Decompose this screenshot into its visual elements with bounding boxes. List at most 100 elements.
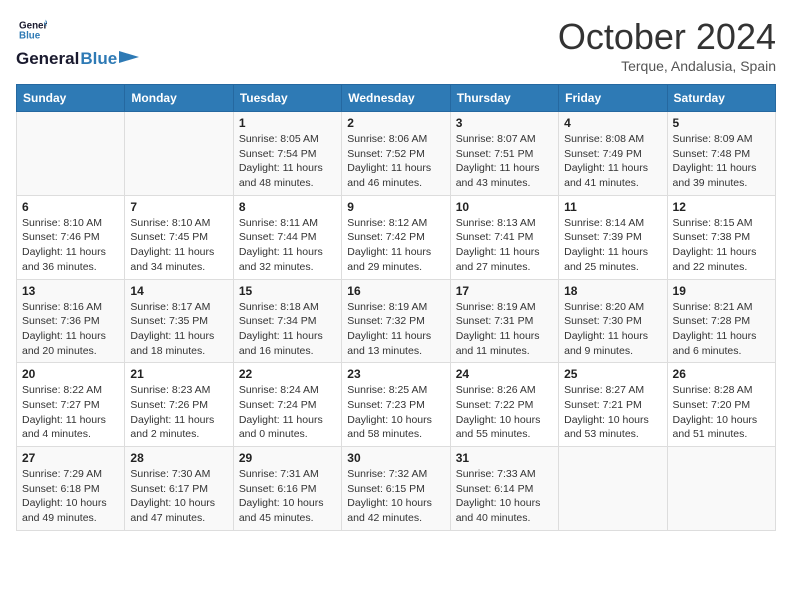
calendar-day-cell: 24 Sunrise: 8:26 AMSunset: 7:22 PMDayligh…	[450, 363, 558, 447]
day-detail: Sunrise: 8:26 AMSunset: 7:22 PMDaylight:…	[456, 383, 553, 442]
calendar-day-cell: 21 Sunrise: 8:23 AMSunset: 7:26 PMDayligh…	[125, 363, 233, 447]
day-detail: Sunrise: 7:30 AMSunset: 6:17 PMDaylight:…	[130, 467, 227, 526]
logo: General Blue General Blue	[16, 16, 139, 69]
day-detail: Sunrise: 8:06 AMSunset: 7:52 PMDaylight:…	[347, 132, 444, 191]
calendar-day-cell	[559, 447, 667, 531]
calendar-week-row: 1 Sunrise: 8:05 AMSunset: 7:54 PMDaylight…	[17, 112, 776, 196]
day-number: 21	[130, 367, 227, 381]
calendar-day-cell: 12 Sunrise: 8:15 AMSunset: 7:38 PMDayligh…	[667, 195, 775, 279]
calendar-day-cell: 23 Sunrise: 8:25 AMSunset: 7:23 PMDayligh…	[342, 363, 450, 447]
calendar-week-row: 27Sunrise: 7:29 AMSunset: 6:18 PMDayligh…	[17, 447, 776, 531]
day-number: 11	[564, 200, 661, 214]
calendar-day-cell: 2 Sunrise: 8:06 AMSunset: 7:52 PMDaylight…	[342, 112, 450, 196]
calendar-week-row: 13 Sunrise: 8:16 AMSunset: 7:36 PMDayligh…	[17, 279, 776, 363]
calendar-day-cell: 5Sunrise: 8:09 AMSunset: 7:48 PMDaylight…	[667, 112, 775, 196]
day-detail: Sunrise: 8:24 AMSunset: 7:24 PMDaylight:…	[239, 383, 336, 442]
day-detail: Sunrise: 8:21 AMSunset: 7:28 PMDaylight:…	[673, 300, 770, 359]
title-block: October 2024 Terque, Andalusia, Spain	[558, 16, 776, 74]
calendar-day-cell: 17 Sunrise: 8:19 AMSunset: 7:31 PMDayligh…	[450, 279, 558, 363]
day-number: 25	[564, 367, 661, 381]
day-detail: Sunrise: 8:10 AMSunset: 7:45 PMDaylight:…	[130, 216, 227, 275]
day-number: 12	[673, 200, 770, 214]
day-number: 29	[239, 451, 336, 465]
day-detail: Sunrise: 7:29 AMSunset: 6:18 PMDaylight:…	[22, 467, 119, 526]
weekday-header: Thursday	[450, 85, 558, 112]
calendar-table: SundayMondayTuesdayWednesdayThursdayFrid…	[16, 84, 776, 531]
calendar-day-cell: 30 Sunrise: 7:32 AMSunset: 6:15 PMDayligh…	[342, 447, 450, 531]
logo-general: General	[16, 49, 79, 69]
calendar-day-cell: 13 Sunrise: 8:16 AMSunset: 7:36 PMDayligh…	[17, 279, 125, 363]
page-header: General Blue General Blue October 2024 T…	[16, 16, 776, 74]
day-number: 1	[239, 116, 336, 130]
day-number: 19	[673, 284, 770, 298]
weekday-header: Saturday	[667, 85, 775, 112]
day-detail: Sunrise: 8:18 AMSunset: 7:34 PMDaylight:…	[239, 300, 336, 359]
day-number: 26	[673, 367, 770, 381]
day-detail: Sunrise: 8:05 AMSunset: 7:54 PMDaylight:…	[239, 132, 336, 191]
calendar-day-cell: 31Sunrise: 7:33 AMSunset: 6:14 PMDayligh…	[450, 447, 558, 531]
weekday-header: Wednesday	[342, 85, 450, 112]
day-detail: Sunrise: 7:31 AMSunset: 6:16 PMDaylight:…	[239, 467, 336, 526]
calendar-day-cell: 19 Sunrise: 8:21 AMSunset: 7:28 PMDayligh…	[667, 279, 775, 363]
day-number: 17	[456, 284, 553, 298]
calendar-day-cell: 16Sunrise: 8:19 AMSunset: 7:32 PMDayligh…	[342, 279, 450, 363]
calendar-day-cell: 18Sunrise: 8:20 AMSunset: 7:30 PMDayligh…	[559, 279, 667, 363]
day-number: 22	[239, 367, 336, 381]
location: Terque, Andalusia, Spain	[558, 58, 776, 74]
day-detail: Sunrise: 8:25 AMSunset: 7:23 PMDaylight:…	[347, 383, 444, 442]
day-number: 24	[456, 367, 553, 381]
day-number: 30	[347, 451, 444, 465]
day-detail: Sunrise: 8:28 AMSunset: 7:20 PMDaylight:…	[673, 383, 770, 442]
calendar-day-cell: 11 Sunrise: 8:14 AMSunset: 7:39 PMDayligh…	[559, 195, 667, 279]
calendar-day-cell	[17, 112, 125, 196]
day-detail: Sunrise: 7:32 AMSunset: 6:15 PMDaylight:…	[347, 467, 444, 526]
calendar-day-cell: 8Sunrise: 8:11 AMSunset: 7:44 PMDaylight…	[233, 195, 341, 279]
logo-blue: Blue	[80, 49, 117, 69]
day-number: 7	[130, 200, 227, 214]
day-detail: Sunrise: 8:09 AMSunset: 7:48 PMDaylight:…	[673, 132, 770, 191]
day-number: 14	[130, 284, 227, 298]
weekday-header-row: SundayMondayTuesdayWednesdayThursdayFrid…	[17, 85, 776, 112]
day-detail: Sunrise: 7:33 AMSunset: 6:14 PMDaylight:…	[456, 467, 553, 526]
calendar-day-cell	[667, 447, 775, 531]
day-number: 9	[347, 200, 444, 214]
day-detail: Sunrise: 8:19 AMSunset: 7:32 PMDaylight:…	[347, 300, 444, 359]
day-number: 28	[130, 451, 227, 465]
day-detail: Sunrise: 8:13 AMSunset: 7:41 PMDaylight:…	[456, 216, 553, 275]
calendar-day-cell: 10Sunrise: 8:13 AMSunset: 7:41 PMDayligh…	[450, 195, 558, 279]
logo-flag-icon	[119, 51, 139, 67]
calendar-day-cell: 1 Sunrise: 8:05 AMSunset: 7:54 PMDaylight…	[233, 112, 341, 196]
day-detail: Sunrise: 8:11 AMSunset: 7:44 PMDaylight:…	[239, 216, 336, 275]
day-detail: Sunrise: 8:08 AMSunset: 7:49 PMDaylight:…	[564, 132, 661, 191]
calendar-day-cell: 3Sunrise: 8:07 AMSunset: 7:51 PMDaylight…	[450, 112, 558, 196]
calendar-day-cell: 26 Sunrise: 8:28 AMSunset: 7:20 PMDayligh…	[667, 363, 775, 447]
weekday-header: Monday	[125, 85, 233, 112]
weekday-header: Sunday	[17, 85, 125, 112]
calendar-day-cell: 4Sunrise: 8:08 AMSunset: 7:49 PMDaylight…	[559, 112, 667, 196]
calendar-day-cell: 15Sunrise: 8:18 AMSunset: 7:34 PMDayligh…	[233, 279, 341, 363]
calendar-day-cell: 6 Sunrise: 8:10 AMSunset: 7:46 PMDaylight…	[17, 195, 125, 279]
calendar-day-cell: 29 Sunrise: 7:31 AMSunset: 6:16 PMDayligh…	[233, 447, 341, 531]
day-detail: Sunrise: 8:20 AMSunset: 7:30 PMDaylight:…	[564, 300, 661, 359]
day-number: 6	[22, 200, 119, 214]
day-detail: Sunrise: 8:15 AMSunset: 7:38 PMDaylight:…	[673, 216, 770, 275]
calendar-day-cell: 27Sunrise: 7:29 AMSunset: 6:18 PMDayligh…	[17, 447, 125, 531]
day-number: 2	[347, 116, 444, 130]
day-detail: Sunrise: 8:14 AMSunset: 7:39 PMDaylight:…	[564, 216, 661, 275]
day-number: 13	[22, 284, 119, 298]
calendar-day-cell: 25 Sunrise: 8:27 AMSunset: 7:21 PMDayligh…	[559, 363, 667, 447]
day-detail: Sunrise: 8:12 AMSunset: 7:42 PMDaylight:…	[347, 216, 444, 275]
logo-icon: General Blue	[19, 16, 47, 44]
calendar-day-cell	[125, 112, 233, 196]
day-detail: Sunrise: 8:16 AMSunset: 7:36 PMDaylight:…	[22, 300, 119, 359]
day-detail: Sunrise: 8:19 AMSunset: 7:31 PMDaylight:…	[456, 300, 553, 359]
day-detail: Sunrise: 8:10 AMSunset: 7:46 PMDaylight:…	[22, 216, 119, 275]
day-detail: Sunrise: 8:23 AMSunset: 7:26 PMDaylight:…	[130, 383, 227, 442]
calendar-week-row: 20Sunrise: 8:22 AMSunset: 7:27 PMDayligh…	[17, 363, 776, 447]
svg-text:Blue: Blue	[19, 30, 41, 41]
month-title: October 2024	[558, 16, 776, 58]
calendar-day-cell: 28 Sunrise: 7:30 AMSunset: 6:17 PMDayligh…	[125, 447, 233, 531]
day-detail: Sunrise: 8:22 AMSunset: 7:27 PMDaylight:…	[22, 383, 119, 442]
day-number: 23	[347, 367, 444, 381]
day-detail: Sunrise: 8:27 AMSunset: 7:21 PMDaylight:…	[564, 383, 661, 442]
